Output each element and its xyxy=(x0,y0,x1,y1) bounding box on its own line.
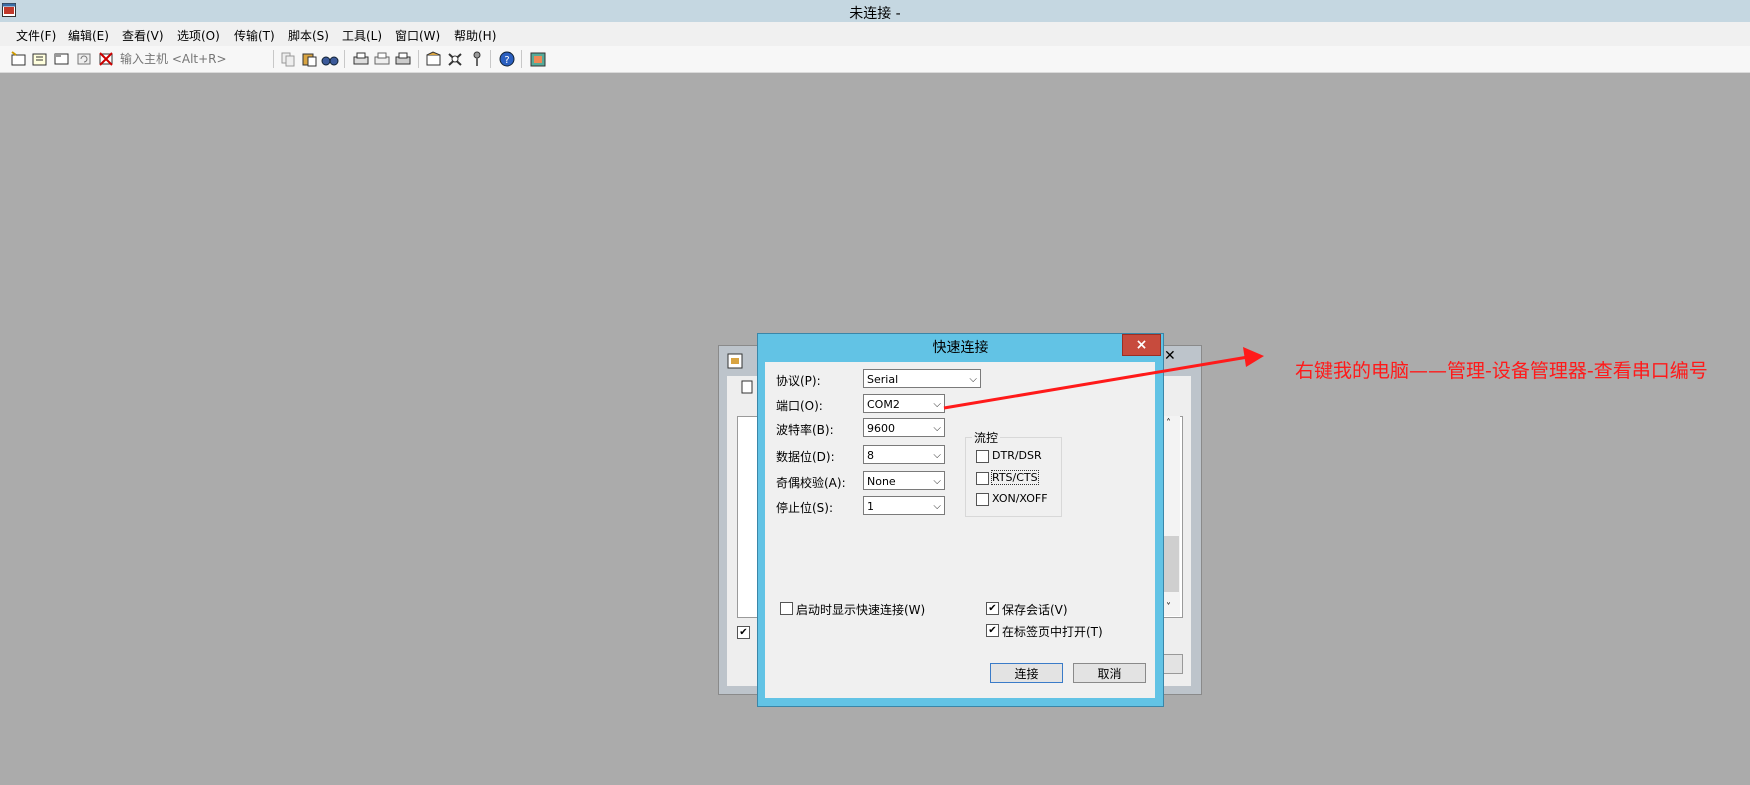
annotation-arrow xyxy=(943,347,1264,410)
annotation-text: 右键我的电脑——管理-设备管理器-查看串口编号 xyxy=(1295,360,1708,382)
